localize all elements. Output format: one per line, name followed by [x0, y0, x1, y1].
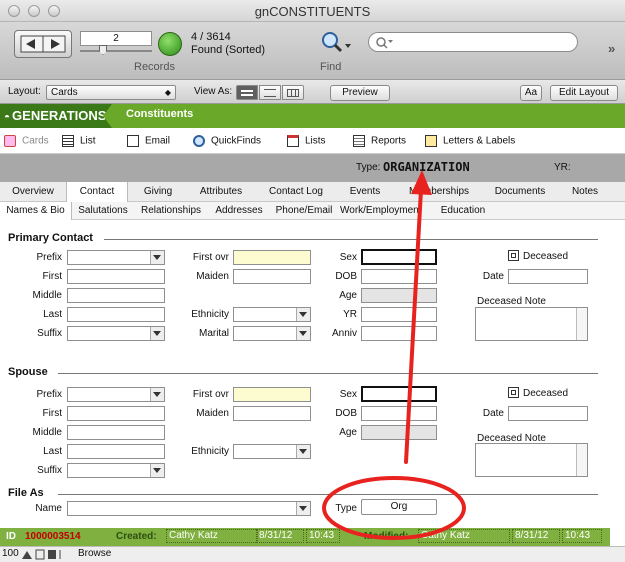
- annotation-arrow-head: [411, 170, 432, 195]
- dropdown-arrow-icon: [299, 331, 307, 336]
- dropdown-arrow-icon: [153, 468, 161, 473]
- dropdown-arrow-icon: [153, 255, 161, 260]
- annotation-arrow-shaft: [404, 188, 423, 464]
- dropdown-arrow-icon: [299, 312, 307, 317]
- annotation-overlay: [322, 170, 466, 540]
- dropdown-arrow-icon: [299, 449, 307, 454]
- dropdown-arrow-icon: [153, 392, 161, 397]
- app-window: gnCONSTITUENTS 2 4 / 3614 Found (Sorted)…: [0, 0, 625, 562]
- dropdown-arrow-icon: [299, 506, 307, 511]
- dropdown-arrow-icon: [153, 331, 161, 336]
- annotation-ellipse: [322, 476, 466, 540]
